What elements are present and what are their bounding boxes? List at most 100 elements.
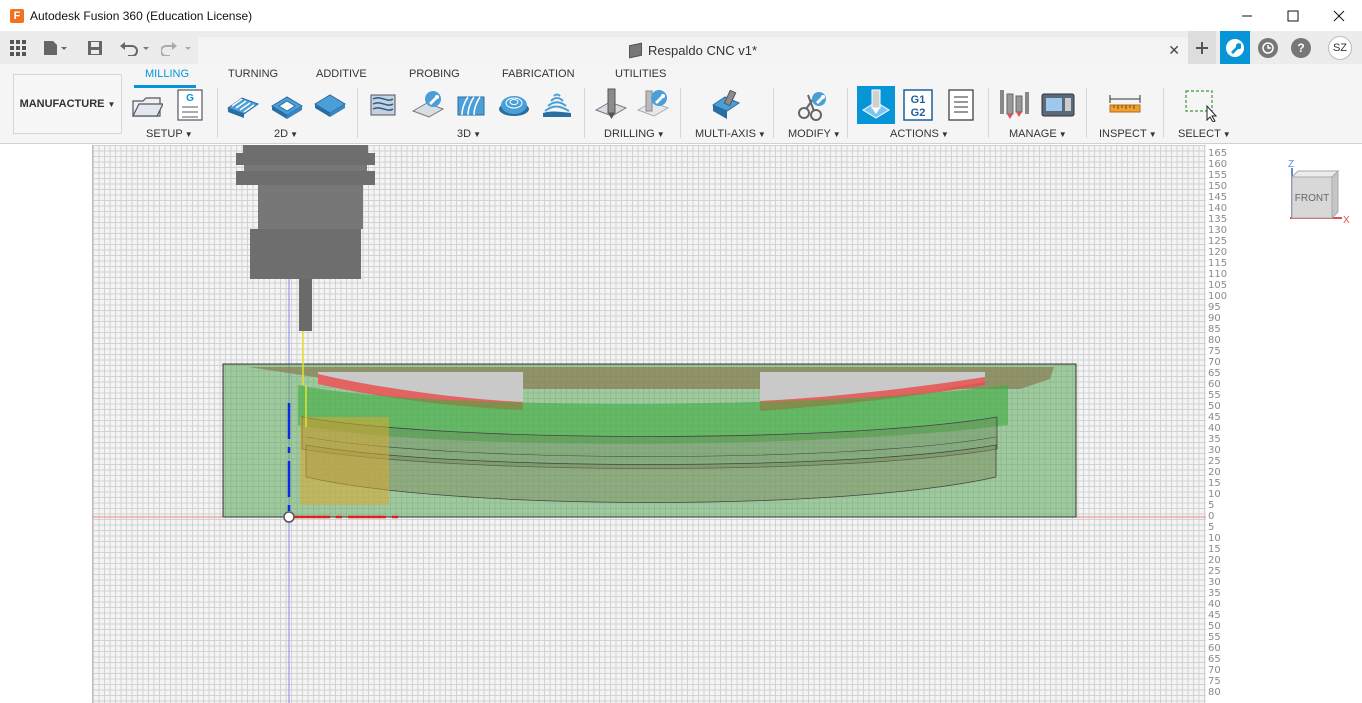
ruler-tick-label: 150 (1208, 181, 1228, 192)
viewcube-axis-z-label: Z (1288, 159, 1294, 170)
ruler-tick-label: 155 (1208, 170, 1228, 181)
group-modify[interactable]: MODIFY ▼ (788, 128, 841, 140)
graphics-viewport[interactable]: 1701651601551501451401351301251201151101… (0, 145, 1362, 703)
ruler-tick-label: 30 (1208, 577, 1221, 588)
undo-icon[interactable] (118, 31, 152, 64)
2d-adaptive-clearing-icon[interactable] (226, 88, 260, 122)
setup-sheet-icon[interactable] (944, 88, 978, 122)
ruler-tick-label: 80 (1208, 335, 1221, 346)
tab-milling[interactable]: MILLING (145, 68, 189, 80)
job-status-button[interactable] (1256, 31, 1280, 64)
drill-icon[interactable] (594, 88, 628, 122)
viewcube[interactable]: FRONT Z X (1280, 155, 1350, 230)
gcode-line-1: G1 (911, 94, 926, 106)
group-multi-axis[interactable]: MULTI-AXIS ▼ (695, 128, 766, 140)
ruler-tick-label: 50 (1208, 621, 1221, 632)
contour-icon[interactable] (497, 88, 531, 122)
save-icon[interactable] (86, 31, 104, 64)
close-window-button[interactable] (1316, 0, 1362, 31)
model-canvas[interactable] (0, 145, 1362, 703)
group-actions[interactable]: ACTIONS ▼ (890, 128, 949, 140)
3d-pocket-clearing-icon[interactable] (411, 88, 445, 122)
multi-axis-swarf-icon[interactable] (709, 88, 743, 122)
minimize-button[interactable] (1224, 0, 1270, 31)
origin-point[interactable] (283, 511, 295, 523)
redo-icon[interactable] (160, 31, 194, 64)
3d-adaptive-clearing-icon[interactable] (367, 88, 401, 122)
ruler-tick-label: 95 (1208, 302, 1221, 313)
group-3d[interactable]: 3D ▼ (457, 128, 481, 140)
maximize-button[interactable] (1270, 0, 1316, 31)
tab-probing[interactable]: PROBING (409, 68, 460, 80)
gcode-line-2: G2 (911, 107, 926, 119)
extensions-button[interactable] (1220, 31, 1250, 64)
workspace-switcher[interactable]: MANUFACTURE ▼ (13, 74, 122, 134)
ribbon-separator (357, 88, 358, 138)
user-account-button[interactable]: SZ (1326, 31, 1354, 64)
hole-recognition-icon[interactable] (636, 88, 670, 122)
group-inspect[interactable]: INSPECT ▼ (1099, 128, 1157, 140)
scallop-icon[interactable] (540, 88, 574, 122)
stock-selection-highlight (300, 417, 389, 505)
ruler-origin-label: 0 (1208, 511, 1215, 522)
ruler-tick-label: 55 (1208, 390, 1221, 401)
viewcube-axis-x-label: X (1343, 215, 1350, 226)
machine-library-icon[interactable] (1041, 88, 1075, 122)
ruler-tick-label: 10 (1208, 533, 1221, 544)
ruler-tick-label: 35 (1208, 434, 1221, 445)
wrench-icon (1226, 38, 1244, 57)
ruler-tick-label: 75 (1208, 676, 1221, 687)
ruler-tick-label: 5 (1208, 522, 1215, 533)
new-tab-button[interactable] (1188, 31, 1216, 64)
tab-utilities[interactable]: UTILITIES (615, 68, 666, 80)
ribbon-separator (847, 88, 848, 138)
group-manage[interactable]: MANAGE ▼ (1009, 128, 1067, 140)
parallel-icon[interactable] (454, 88, 488, 122)
ruler-tick-label: 80 (1208, 687, 1221, 698)
ruler-tick-label: 65 (1208, 368, 1221, 379)
tab-additive[interactable]: ADDITIVE (316, 68, 367, 80)
ruler-tick-label: 60 (1208, 643, 1221, 654)
vertical-ruler: 1701651601551501451401351301251201151101… (1206, 145, 1236, 703)
document-tab-bar: Respaldo CNC v1* ✕ ? SZ (0, 31, 1362, 64)
tab-turning[interactable]: TURNING (228, 68, 278, 80)
ruler-tick-label: 140 (1208, 203, 1228, 214)
simulate-button[interactable] (857, 86, 895, 124)
file-menu-icon[interactable] (40, 31, 70, 64)
ruler-tick-label: 145 (1208, 192, 1228, 203)
group-2d[interactable]: 2D ▼ (274, 128, 298, 140)
modify-scissors-icon[interactable] (795, 88, 829, 122)
ruler-tick-label: 135 (1208, 214, 1228, 225)
help-button[interactable]: ? (1289, 31, 1313, 64)
fusion-logo-icon: F (10, 8, 24, 23)
ruler-tick-label: 65 (1208, 654, 1221, 665)
group-setup[interactable]: SETUP ▼ (146, 128, 193, 140)
group-select[interactable]: SELECT ▼ (1178, 128, 1231, 140)
ruler-tick-label: 25 (1208, 566, 1221, 577)
data-panel-grid-icon[interactable] (8, 31, 28, 64)
component-cube-icon (628, 42, 642, 59)
face-icon[interactable] (313, 88, 347, 122)
document-tab[interactable]: Respaldo CNC v1* ✕ (198, 37, 1188, 64)
window-select-icon[interactable] (1183, 88, 1217, 122)
ribbon-separator (1163, 88, 1164, 138)
ruler-tick-label: 105 (1208, 280, 1228, 291)
ruler-tick-label: 165 (1208, 148, 1228, 159)
measure-icon[interactable] (1108, 88, 1142, 122)
ribbon-separator (988, 88, 989, 138)
tool-library-icon[interactable] (998, 88, 1032, 122)
close-tab-icon[interactable]: ✕ (1168, 42, 1180, 59)
ruler-tick-label: 15 (1208, 478, 1221, 489)
group-drilling[interactable]: DRILLING ▼ (604, 128, 665, 140)
window-title: Autodesk Fusion 360 (Education License) (30, 8, 253, 23)
new-setup-icon[interactable] (130, 88, 164, 122)
cutting-tool[interactable] (236, 145, 375, 331)
post-process-icon[interactable]: G1 G2 (901, 88, 935, 122)
2d-pocket-icon[interactable] (270, 88, 304, 122)
ruler-tick-label: 75 (1208, 346, 1221, 357)
ruler-tick-label: 45 (1208, 610, 1221, 621)
ribbon-separator (1086, 88, 1087, 138)
nc-program-icon[interactable]: G (173, 88, 207, 122)
tab-fabrication[interactable]: FABRICATION (502, 68, 575, 80)
ruler-tick-label: 100 (1208, 291, 1228, 302)
